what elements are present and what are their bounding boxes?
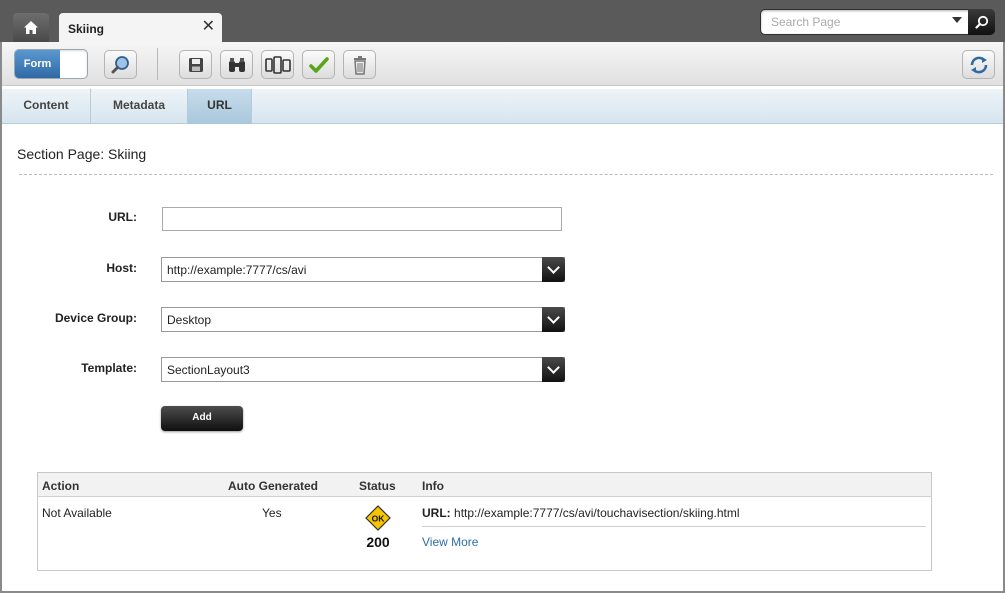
row-auto-generated: Yes xyxy=(262,506,282,520)
info-divider xyxy=(422,526,926,527)
binoculars-icon xyxy=(228,57,245,72)
device-group-label: Device Group: xyxy=(54,311,137,325)
host-label: Host: xyxy=(106,261,137,275)
home-tab[interactable] xyxy=(13,13,49,42)
delete-button[interactable] xyxy=(343,50,376,79)
table-header: Action Auto Generated Status Info xyxy=(38,473,931,497)
device-group-select[interactable]: Desktop xyxy=(161,307,565,332)
template-label: Template: xyxy=(81,361,137,375)
add-button[interactable]: Add xyxy=(161,406,243,431)
header-auto-generated: Auto Generated xyxy=(228,479,319,493)
search-input[interactable] xyxy=(771,14,951,30)
row-action: Not Available xyxy=(42,506,112,520)
url-table: Action Auto Generated Status Info Not Av… xyxy=(37,472,932,571)
chevron-down-icon[interactable] xyxy=(542,357,565,382)
toolbar: Form xyxy=(2,42,1003,86)
save-button[interactable] xyxy=(179,50,212,79)
save-icon xyxy=(188,57,203,72)
tab-metadata[interactable]: Metadata xyxy=(91,89,188,124)
magnifier-icon xyxy=(111,55,129,73)
checkmark-icon xyxy=(308,56,329,73)
tab-content[interactable]: Content xyxy=(2,89,91,124)
page-tab-label: Skiing xyxy=(68,22,105,36)
ok-status-icon: OK xyxy=(365,505,391,531)
chevron-down-icon[interactable] xyxy=(542,257,565,282)
view-more-link[interactable]: View More xyxy=(422,535,478,549)
url-label: URL: xyxy=(108,210,137,224)
sub-tabs: Content Metadata URL xyxy=(2,89,1003,124)
template-value: SectionLayout3 xyxy=(167,363,250,377)
page-title: Section Page: Skiing xyxy=(17,146,147,162)
header-action: Action xyxy=(42,479,80,493)
top-bar: Skiing ✕ xyxy=(0,0,1005,42)
chevron-down-icon[interactable] xyxy=(542,307,565,332)
trash-icon xyxy=(353,55,366,75)
search-button[interactable] xyxy=(968,9,995,35)
devices-icon xyxy=(264,55,291,74)
row-info: URL: http://example:7777/cs/avi/touchavi… xyxy=(422,506,740,520)
url-input[interactable] xyxy=(162,207,562,231)
status-code: 200 xyxy=(366,534,390,550)
approve-button[interactable] xyxy=(302,50,335,79)
device-group-value: Desktop xyxy=(167,313,212,327)
search-icon xyxy=(974,15,988,29)
toolbar-separator xyxy=(157,48,158,80)
title-divider xyxy=(19,174,993,175)
close-icon[interactable]: ✕ xyxy=(202,18,215,36)
host-value: http://example:7777/cs/avi xyxy=(167,263,307,277)
home-icon xyxy=(24,21,38,34)
tab-url[interactable]: URL xyxy=(188,89,252,124)
refresh-icon xyxy=(970,56,987,73)
host-select[interactable]: http://example:7777/cs/avi xyxy=(161,257,565,282)
refresh-button[interactable] xyxy=(962,50,995,79)
template-select[interactable]: SectionLayout3 xyxy=(161,357,565,382)
header-status: Status xyxy=(359,479,396,493)
header-info: Info xyxy=(422,479,444,493)
find-button[interactable] xyxy=(220,50,253,79)
info-url-value: http://example:7777/cs/avi/touchavisecti… xyxy=(454,506,740,520)
search-box xyxy=(760,9,995,35)
ok-badge-text: OK xyxy=(372,514,386,524)
info-url-label: URL: xyxy=(422,506,451,520)
search-dropdown-icon[interactable] xyxy=(952,17,962,23)
form-mode-label: Form xyxy=(15,50,60,78)
page-tab[interactable]: Skiing ✕ xyxy=(59,13,222,42)
preview-button[interactable] xyxy=(104,50,137,79)
device-preview-button[interactable] xyxy=(261,50,294,79)
form-mode-toggle[interactable]: Form xyxy=(14,49,88,79)
